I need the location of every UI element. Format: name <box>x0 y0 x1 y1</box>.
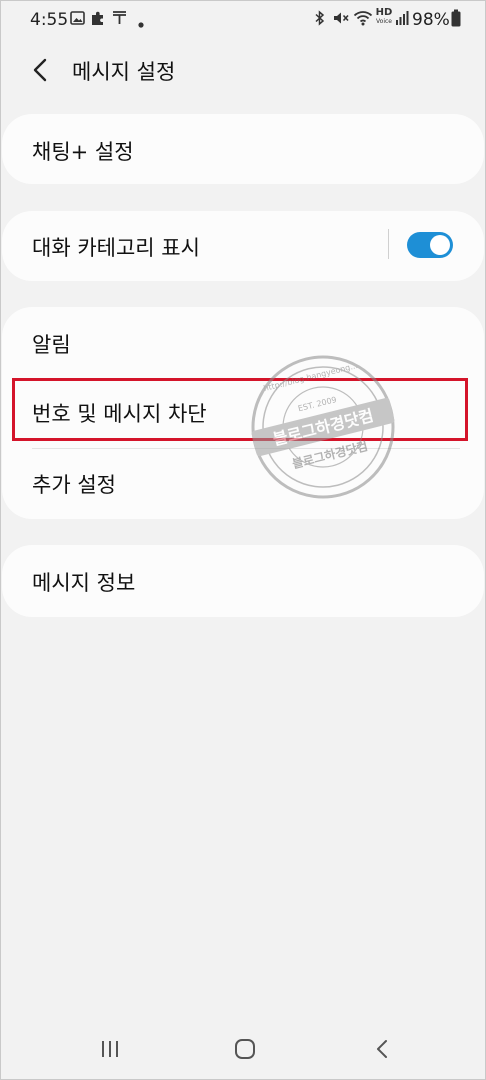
battery-percent: 98% <box>412 10 450 30</box>
voice-label: Voice <box>376 18 392 25</box>
card-chat-plus: 채팅+ 설정 <box>2 114 484 184</box>
settings-row-chat-plus[interactable]: 채팅+ 설정 <box>2 114 484 184</box>
vertical-divider <box>388 229 389 259</box>
notifications-label: 알림 <box>32 333 71 357</box>
mute-icon <box>332 10 350 31</box>
back-button[interactable] <box>24 54 56 86</box>
settings-row-about-messages[interactable]: 메시지 정보 <box>2 545 484 617</box>
chat-plus-label: 채팅+ 설정 <box>32 140 134 164</box>
recents-button[interactable] <box>90 1034 130 1064</box>
signal-icon <box>395 10 409 31</box>
home-button[interactable] <box>225 1034 265 1064</box>
app-header: 메시지 설정 <box>0 48 486 92</box>
card-notifications-group: 알림 번호 및 메시지 차단 추가 설정 <box>2 307 484 519</box>
toggle-knob <box>430 235 450 255</box>
card-about-messages: 메시지 정보 <box>2 545 484 617</box>
about-messages-label: 메시지 정보 <box>32 571 136 595</box>
dot-icon <box>138 13 144 33</box>
settings-row-block-numbers[interactable]: 번호 및 메시지 차단 <box>2 379 484 447</box>
back-icon <box>377 1040 387 1058</box>
wifi-icon <box>353 10 373 31</box>
hd-label: HD <box>375 7 393 18</box>
hd-voice-icon: HD Voice <box>374 7 394 25</box>
block-numbers-label: 번호 및 메시지 차단 <box>32 402 207 426</box>
more-settings-label: 추가 설정 <box>32 473 116 497</box>
settings-row-more-settings[interactable]: 추가 설정 <box>2 449 484 519</box>
conversation-category-toggle[interactable] <box>407 232 453 258</box>
watermark-stamp: 블로그하경닷컴 EST. 2009 http://blog.hangyeong.… <box>248 352 398 502</box>
settings-row-notifications[interactable]: 알림 <box>2 307 484 379</box>
card-conversation-category: 대화 카테고리 표시 <box>2 211 484 281</box>
t-icon <box>112 10 127 30</box>
watermark-est: EST. 2009 <box>297 395 338 413</box>
gallery-icon <box>70 10 85 30</box>
chevron-left-icon <box>33 58 47 82</box>
conversation-category-label: 대화 카테고리 표시 <box>32 236 200 260</box>
system-nav-bar <box>0 1020 486 1080</box>
bluetooth-icon <box>314 10 326 31</box>
puzzle-icon <box>90 10 106 31</box>
status-bar: 4:55 HD Voice 98% <box>0 0 486 40</box>
home-icon <box>235 1039 255 1059</box>
recents-icon <box>102 1041 118 1057</box>
status-time: 4:55 <box>30 10 69 30</box>
page-title: 메시지 설정 <box>72 60 176 84</box>
battery-icon <box>451 9 461 32</box>
nav-back-button[interactable] <box>362 1034 402 1064</box>
watermark-top-text: http://blog.hangyeong... <box>262 361 358 393</box>
